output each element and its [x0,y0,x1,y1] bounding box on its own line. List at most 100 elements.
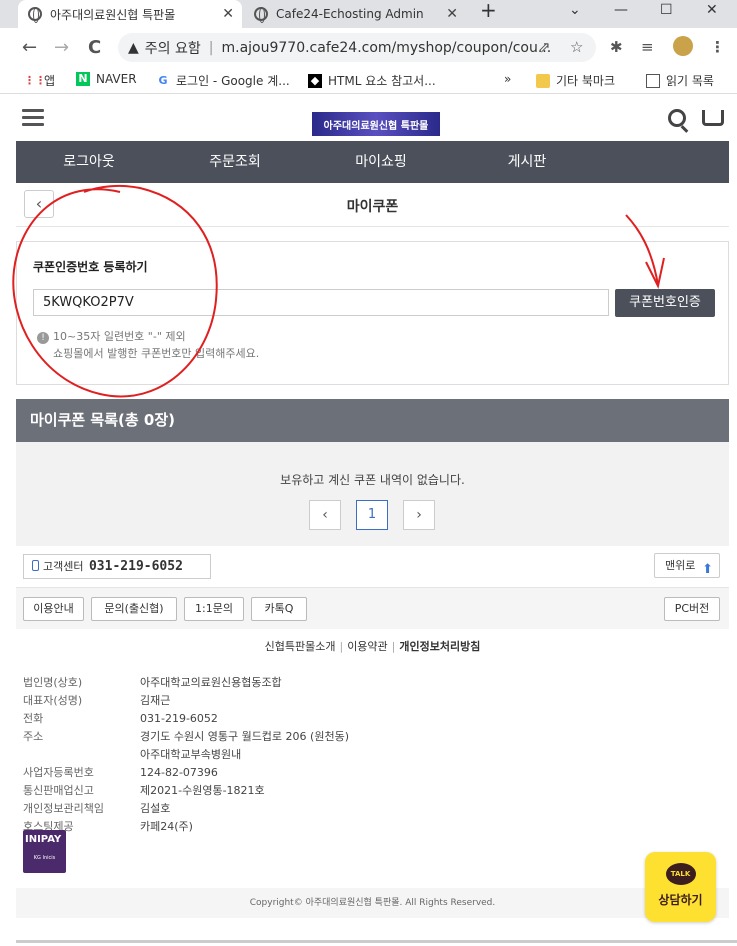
search-icon[interactable] [668,109,686,127]
globe-icon [28,7,42,23]
reload-icon[interactable]: C [88,37,101,58]
bookmark-html-ref[interactable]: ◆ HTML 요소 참고서... [308,72,436,89]
tab-title: Cafe24-Echosting Admin [276,7,424,21]
biz-row: 아주대학교부속병원내 [140,748,242,761]
tab-close-icon[interactable]: ✕ [222,6,234,22]
folder-icon [536,73,550,88]
forward-icon[interactable]: → [54,37,69,58]
kakao-talk-consult-button[interactable]: TALK 상담하기 [645,852,716,922]
coupon-info-line2: 쇼핑몰에서 발행한 쿠폰번호만 입력해주세요. [53,347,260,360]
back-icon[interactable]: ← [22,37,37,58]
talk-bubble-icon: TALK [665,863,696,885]
biz-row: 법인명(상호) 아주대학교의료원신용협동조합 [23,676,282,689]
phone-icon [32,560,39,571]
to-top-button[interactable]: 맨위로 ⬆ [654,553,720,578]
link-privacy[interactable]: 개인정보처리방침 [399,640,480,653]
copyright: Copyright© 아주대의료원신협 특판몰. All Rights Rese… [16,888,729,918]
minimize-icon[interactable]: — [614,2,628,18]
coupon-register-box: 쿠폰인증번호 등록하기 5KWQKO2P7V 쿠폰번호인증 ! 10~35자 일련… [16,241,729,385]
browser-toolbar: ← → C ▲ 주의 요함 | m.ajou9770.cafe24.com/my… [0,28,737,66]
bookmark-google-login[interactable]: G 로그인 - Google 계... [156,72,290,89]
main-nav: 로그아웃 주문조회 마이쇼핑 게시판 [16,141,729,183]
empty-message: 보유하고 계신 쿠폰 내역이 없습니다. [280,473,465,487]
coupon-info-line1: 10~35자 일련번호 "-" 제외 [53,330,186,343]
page-title: 마이쿠폰 [346,199,399,215]
address-bar[interactable]: ▲ 주의 요함 | m.ajou9770.cafe24.com/myshop/c… [118,33,596,62]
chrome-menu-icon[interactable]: ⋮ [710,38,725,56]
bookmark-naver[interactable]: N NAVER [76,72,137,86]
url-text[interactable]: m.ajou9770.cafe24.com/myshop/coupon/cou.… [221,40,551,56]
bookmark-label: 앱 [44,74,56,88]
extensions-icon[interactable]: ✱ [610,38,623,56]
kakao-q-button[interactable]: 카톡Q [251,597,307,621]
bookmark-apps[interactable]: ⋮⋮ 앱 [24,72,55,89]
cs-phone: 031-219-6052 [88,559,183,574]
hamburger-menu-icon[interactable] [22,109,44,127]
reading-list[interactable]: 읽기 목록 [646,72,714,89]
warning-icon: ▲ [128,39,139,56]
footer-links: 신협특판몰소개 | 이용약관 | 개인정보처리방침 [264,640,481,653]
bookmarks-overflow-icon[interactable]: » [504,72,511,86]
coupon-list-title: 마이쿠폰 목록(총 0장) [16,399,729,442]
inquiry-button[interactable]: 문의(출신협) [91,597,177,621]
nav-my-shopping[interactable]: 마이쇼핑 [308,141,454,183]
browser-tab-strip: 아주대의료원신협 특판몰 ✕ Cafe24-Echosting Admin ✕ … [0,0,737,28]
window-close-icon[interactable]: ✕ [706,2,718,18]
nav-logout[interactable]: 로그아웃 [16,141,162,183]
naver-icon: N [76,72,90,86]
pager-prev-button[interactable]: ‹ [309,500,341,530]
one-on-one-button[interactable]: 1:1문의 [184,597,244,621]
site-logo[interactable]: 아주대의료원신협 특판몰 [312,112,440,136]
biz-row: 개인정보관리책임 김설호 [23,802,171,815]
site-header: 아주대의료원신협 특판몰 [16,95,729,141]
pc-version-button[interactable]: PC버전 [664,597,720,621]
media-control-icon[interactable]: ≡ [641,38,654,56]
bookmark-label: 로그인 - Google 계... [176,74,290,88]
arrow-up-icon: ⬆ [702,562,713,577]
usage-guide-button[interactable]: 이용안내 [23,597,84,621]
cart-icon[interactable] [702,110,724,126]
profile-avatar[interactable] [673,36,693,56]
biz-row: 사업자등록번호 124-82-07396 [23,766,218,779]
talk-label: 상담하기 [658,893,703,907]
page-subheader: ‹ 마이쿠폰 [16,183,729,227]
tab-ajou-mall[interactable]: 아주대의료원신협 특판몰 ✕ [18,0,242,28]
coupon-register-title: 쿠폰인증번호 등록하기 [33,260,148,274]
security-warning-text[interactable]: 주의 요함 [145,38,201,58]
bookmark-label: NAVER [96,72,137,86]
biz-row: 대표자(성명) 김재근 [23,694,171,707]
biz-row: 주소 경기도 수원시 영통구 월드컵로 206 (원천동) [23,730,349,743]
bookmark-star-icon[interactable]: ☆ [570,38,583,56]
bookmarks-bar: ⋮⋮ 앱 N NAVER G 로그인 - Google 계... ◆ HTML … [0,66,737,94]
bookmark-label: 기타 북마크 [556,74,616,88]
nav-board[interactable]: 게시판 [454,141,600,183]
customer-center[interactable]: 고객센터 031-219-6052 [23,554,211,579]
apps-grid-icon: ⋮⋮ [24,73,46,87]
to-top-label: 맨위로 [665,559,696,572]
business-info: 법인명(상호) 아주대학교의료원신용협동조합 대표자(성명) 김재근 전화 031-2… [23,674,349,836]
info-icon: ! [37,332,49,344]
inipay-badge: INIPAY KG Inicis [23,830,66,873]
tab-close-icon[interactable]: ✕ [446,6,458,22]
coupon-verify-button[interactable]: 쿠폰번호인증 [615,289,715,317]
coupon-info: ! 10~35자 일련번호 "-" 제외 쇼핑몰에서 발행한 쿠폰번호만 입력해주… [37,328,259,362]
pager-next-button[interactable]: › [403,500,435,530]
mdn-icon: ◆ [308,73,322,88]
coupon-list-empty: 보유하고 계신 쿠폰 내역이 없습니다. ‹ 1 › [16,442,729,546]
share-icon[interactable]: ⇗ [538,38,551,56]
pager-page-1[interactable]: 1 [356,500,388,530]
reading-list-icon [646,73,660,88]
nav-order-lookup[interactable]: 주문조회 [162,141,308,183]
reading-list-label: 읽기 목록 [666,74,714,88]
globe-icon [254,7,268,23]
link-terms[interactable]: 이용약관 [347,640,387,653]
google-icon: G [158,73,168,87]
tab-search-chevron-icon[interactable]: ⌄ [569,2,581,18]
maximize-icon[interactable]: ☐ [660,2,673,18]
coupon-code-input[interactable]: 5KWQKO2P7V [33,289,609,316]
tab-cafe24-admin[interactable]: Cafe24-Echosting Admin ✕ [244,0,466,28]
new-tab-button[interactable]: + [480,0,497,22]
biz-row: 전화 031-219-6052 [23,712,218,725]
bookmark-folder-other[interactable]: 기타 북마크 [536,72,615,89]
link-about[interactable]: 신협특판몰소개 [265,640,336,653]
